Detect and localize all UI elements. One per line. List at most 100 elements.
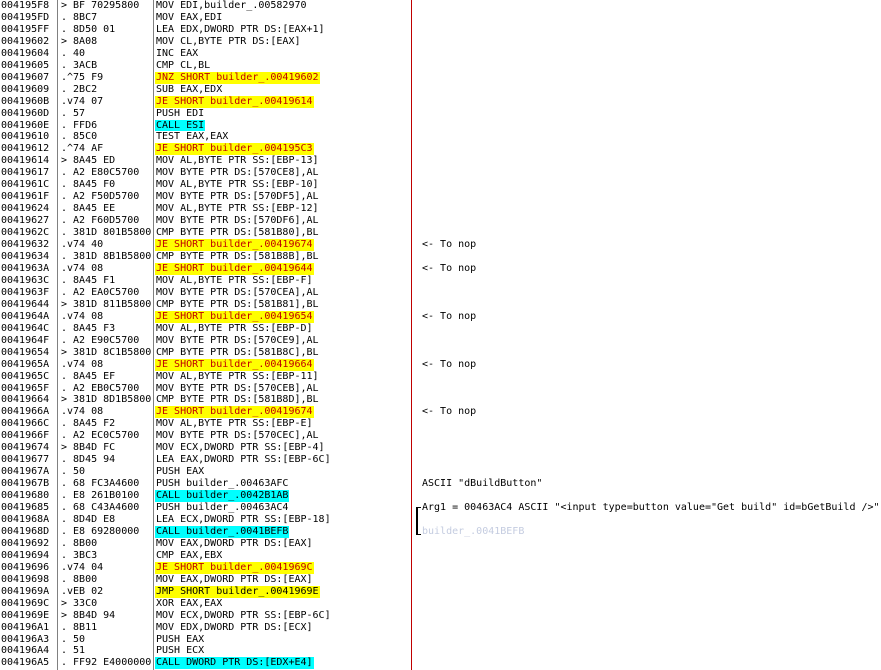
hex-dump-cell[interactable]: . 8B00: [61, 538, 97, 550]
address-cell[interactable]: 00419685: [1, 502, 49, 514]
disassembly-cell[interactable]: MOV BYTE PTR DS:[570DF6],AL: [155, 215, 320, 227]
disasm-row[interactable]: 00419610 . 85C0 TEST EAX,EAX: [0, 131, 881, 143]
hex-dump-cell[interactable]: . 8B00: [61, 574, 97, 586]
disasm-row[interactable]: 004195FD . 8BC7 MOV EAX,EDI: [0, 12, 881, 24]
address-cell[interactable]: 0041969C: [1, 598, 49, 610]
disassembly-pane[interactable]: 004195F8 > BF 70295800 MOV EDI,builder_.00…: [0, 0, 881, 670]
disasm-row[interactable]: 0041962C . 381D 801B5800 CMP BYTE PTR DS:[…: [0, 227, 881, 239]
disasm-row[interactable]: 00419607 .^75 F9 JNZ SHORT builder_.004196…: [0, 71, 881, 84]
address-cell[interactable]: 0041969E: [1, 610, 49, 622]
address-cell[interactable]: 0041965F: [1, 383, 49, 395]
disasm-row[interactable]: 0041960D . 57 PUSH EDI: [0, 108, 881, 120]
disassembly-cell[interactable]: MOV AL,BYTE PTR SS:[EBP-F]: [155, 275, 314, 287]
disassembly-cell[interactable]: JE SHORT builder_.00419654: [155, 310, 314, 323]
disassembly-cell[interactable]: PUSH builder_.00463AC4: [155, 502, 289, 514]
hex-dump-cell[interactable]: . A2 EC0C5700: [61, 430, 139, 442]
disasm-row[interactable]: 004195F8 > BF 70295800 MOV EDI,builder_.00…: [0, 0, 881, 12]
disassembly-cell[interactable]: JE SHORT builder_.00419644: [155, 262, 314, 275]
address-cell[interactable]: 0041966C: [1, 418, 49, 430]
disassembly-cell[interactable]: MOV EAX,EDI: [155, 12, 223, 24]
address-cell[interactable]: 00419677: [1, 454, 49, 466]
hex-dump-cell[interactable]: > 8B4D FC: [61, 442, 115, 454]
address-cell[interactable]: 0041961C: [1, 179, 49, 191]
disasm-row[interactable]: 00419644 > 381D 811B5800 CMP BYTE PTR DS:[…: [0, 299, 881, 311]
comment-cell[interactable]: Arg1 = 00463AC4 ASCII "<input type=butto…: [422, 502, 880, 514]
disasm-row[interactable]: 00419654 > 381D 8C1B5800 CMP BYTE PTR DS:[…: [0, 347, 881, 359]
address-cell[interactable]: 00419609: [1, 84, 49, 96]
hex-dump-cell[interactable]: .v74 04: [61, 562, 103, 574]
address-cell[interactable]: 00419674: [1, 442, 49, 454]
hex-dump-cell[interactable]: . 8B11: [61, 622, 97, 634]
disasm-row[interactable]: 0041960B .v74 07 JE SHORT builder_.0041961…: [0, 95, 881, 108]
hex-dump-cell[interactable]: . 8D45 94: [61, 454, 115, 466]
disassembly-cell[interactable]: CALL builder_.0041BEFB: [155, 525, 290, 538]
disasm-row[interactable]: 0041964C . 8A45 F3 MOV AL,BYTE PTR SS:[EBP…: [0, 323, 881, 335]
address-cell[interactable]: 004195F8: [1, 0, 49, 12]
disasm-row[interactable]: 0041963F . A2 EA0C5700 MOV BYTE PTR DS:[57…: [0, 287, 881, 299]
hex-dump-cell[interactable]: . FFD6: [61, 120, 97, 132]
address-cell[interactable]: 0041966A: [1, 406, 49, 418]
disasm-row[interactable]: 0041963C . 8A45 F1 MOV AL,BYTE PTR SS:[EBP…: [0, 275, 881, 287]
address-cell[interactable]: 004196A1: [1, 622, 49, 634]
hex-dump-cell[interactable]: .^74 AF: [61, 143, 103, 155]
disasm-row[interactable]: 0041969C > 33C0 XOR EAX,EAX: [0, 598, 881, 610]
comment-cell[interactable]: ASCII "dBuildButton": [422, 478, 542, 490]
address-cell[interactable]: 004195FF: [1, 24, 49, 36]
disassembly-cell[interactable]: MOV BYTE PTR DS:[570CEB],AL: [155, 383, 320, 395]
disassembly-cell[interactable]: MOV AL,BYTE PTR SS:[EBP-D]: [155, 323, 314, 335]
disassembly-cell[interactable]: CMP BYTE PTR DS:[581B8D],BL: [155, 394, 320, 406]
disasm-row[interactable]: 00419609 . 2BC2 SUB EAX,EDX: [0, 84, 881, 96]
hex-dump-cell[interactable]: . 2BC2: [61, 84, 97, 96]
disassembly-cell[interactable]: MOV AL,BYTE PTR SS:[EBP-E]: [155, 418, 314, 430]
disassembly-cell[interactable]: MOV ECX,DWORD PTR SS:[EBP-6C]: [155, 610, 332, 622]
disasm-row[interactable]: 0041969A .vEB 02 JMP SHORT builder_.004196…: [0, 585, 881, 598]
address-cell[interactable]: 0041965C: [1, 371, 49, 383]
disasm-row[interactable]: 00419605 . 3ACB CMP CL,BL: [0, 60, 881, 72]
hex-dump-cell[interactable]: > 8B4D 94: [61, 610, 115, 622]
hex-dump-cell[interactable]: . 8A45 EF: [61, 371, 115, 383]
disassembly-cell[interactable]: MOV BYTE PTR DS:[570CE9],AL: [155, 335, 320, 347]
disasm-row[interactable]: 0041964F . A2 E90C5700 MOV BYTE PTR DS:[57…: [0, 335, 881, 347]
disasm-row[interactable]: 00419685 . 68 C43A4600 PUSH builder_.00463…: [0, 502, 881, 514]
disasm-row[interactable]: 00419627 . A2 F60D5700 MOV BYTE PTR DS:[57…: [0, 215, 881, 227]
disasm-row[interactable]: 0041963A .v74 08 JE SHORT builder_.0041964…: [0, 262, 881, 275]
hex-dump-cell[interactable]: . A2 EA0C5700: [61, 287, 139, 299]
disassembly-cell[interactable]: MOV EAX,DWORD PTR DS:[EAX]: [155, 538, 314, 550]
disasm-row[interactable]: 004196A5 . FF92 E4000000 CALL DWORD PTR DS…: [0, 657, 881, 670]
hex-dump-cell[interactable]: .v74 08: [61, 359, 103, 371]
disassembly-cell[interactable]: CALL DWORD PTR DS:[EDX+E4]: [155, 657, 314, 670]
address-cell[interactable]: 0041967B: [1, 478, 49, 490]
disasm-row[interactable]: 0041969E > 8B4D 94 MOV ECX,DWORD PTR SS:[E…: [0, 610, 881, 622]
hex-dump-cell[interactable]: . A2 E80C5700: [61, 167, 139, 179]
disasm-row[interactable]: 00419664 > 381D 8D1B5800 CMP BYTE PTR DS:[…: [0, 394, 881, 406]
hex-dump-cell[interactable]: . E8 69280000: [61, 526, 139, 538]
address-cell[interactable]: 00419602: [1, 36, 49, 48]
address-cell[interactable]: 004196A5: [1, 657, 49, 669]
hex-dump-cell[interactable]: . 40: [61, 48, 85, 60]
disasm-row[interactable]: 00419604 . 40 INC EAX: [0, 48, 881, 60]
disassembly-cell[interactable]: CMP EAX,EBX: [155, 550, 223, 562]
hex-dump-cell[interactable]: . 68 C43A4600: [61, 502, 139, 514]
address-cell[interactable]: 00419607: [1, 72, 49, 84]
disasm-row[interactable]: 00419624 . 8A45 EE MOV AL,BYTE PTR SS:[EBP…: [0, 203, 881, 215]
disasm-row[interactable]: 0041965F . A2 EB0C5700 MOV BYTE PTR DS:[57…: [0, 383, 881, 395]
address-cell[interactable]: 00419664: [1, 394, 49, 406]
address-cell[interactable]: 0041963C: [1, 275, 49, 287]
address-cell[interactable]: 0041965A: [1, 359, 49, 371]
disassembly-cell[interactable]: MOV BYTE PTR DS:[570CEC],AL: [155, 430, 320, 442]
hex-dump-cell[interactable]: > 8A45 ED: [61, 155, 115, 167]
disassembly-cell[interactable]: JE SHORT builder_.0041969C: [155, 561, 314, 574]
hex-dump-cell[interactable]: .v74 07: [61, 96, 103, 108]
disassembly-cell[interactable]: MOV AL,BYTE PTR SS:[EBP-11]: [155, 371, 320, 383]
disassembly-cell[interactable]: TEST EAX,EAX: [155, 131, 229, 143]
hex-dump-cell[interactable]: . 57: [61, 108, 85, 120]
hex-dump-cell[interactable]: .vEB 02: [61, 586, 103, 598]
disassembly-cell[interactable]: XOR EAX,EAX: [155, 598, 223, 610]
disasm-row[interactable]: 00419634 . 381D 8B1B5800 CMP BYTE PTR DS:[…: [0, 251, 881, 263]
disasm-row[interactable]: 0041964A .v74 08 JE SHORT builder_.0041965…: [0, 310, 881, 323]
disassembly-cell[interactable]: MOV EDI,builder_.00582970: [155, 0, 308, 12]
hex-dump-cell[interactable]: . E8 261B0100: [61, 490, 139, 502]
disassembly-cell[interactable]: MOV EAX,DWORD PTR DS:[EAX]: [155, 574, 314, 586]
disassembly-cell[interactable]: JE SHORT builder_.00419674: [155, 239, 314, 252]
disassembly-cell[interactable]: PUSH EAX: [155, 466, 205, 478]
